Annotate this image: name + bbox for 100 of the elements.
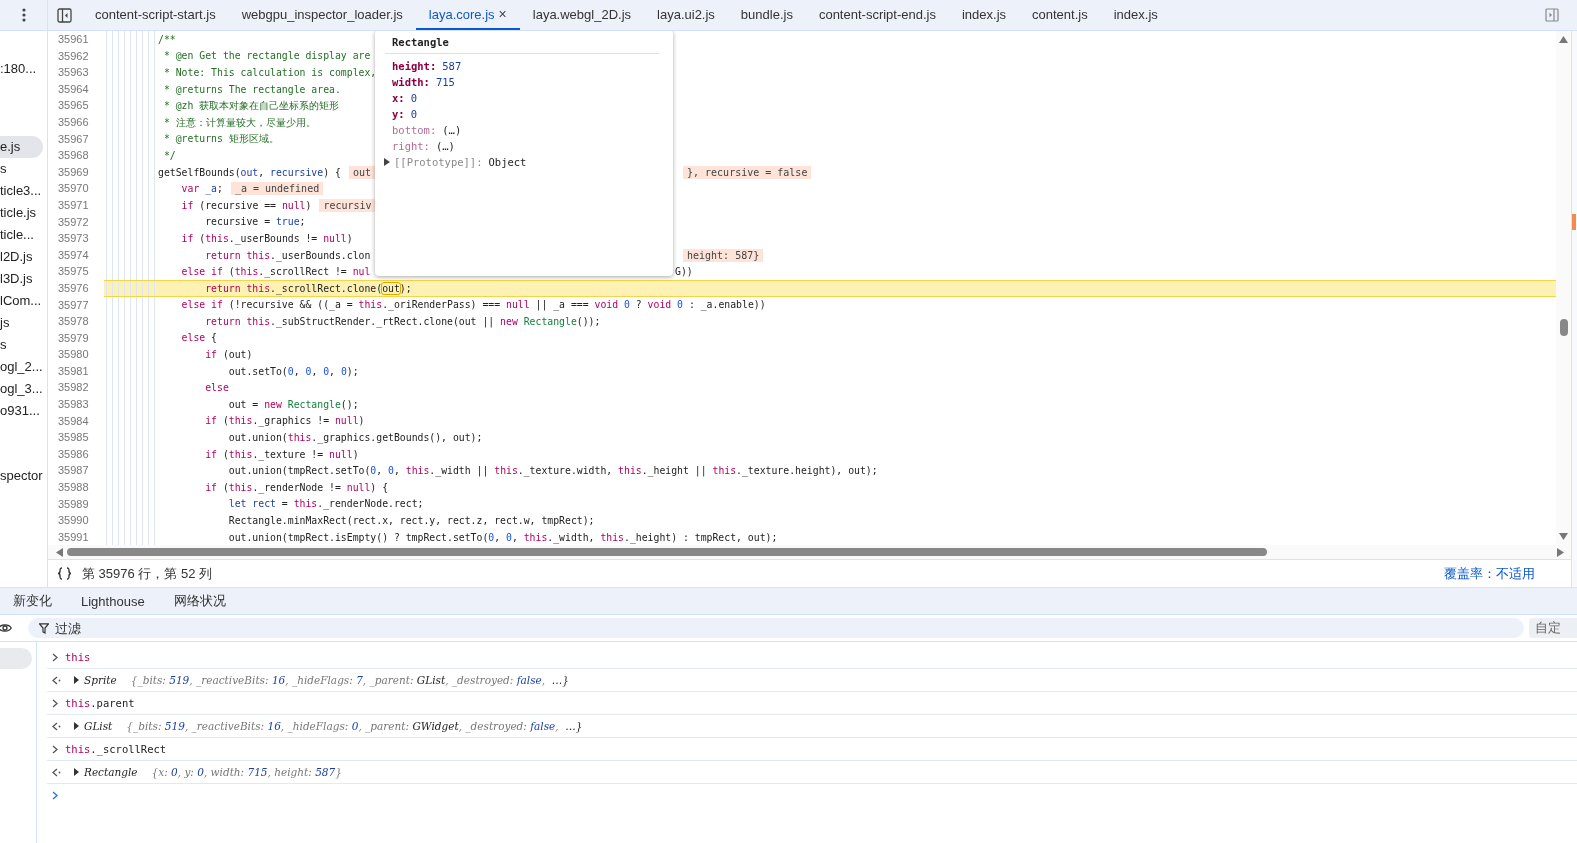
file-tree-item[interactable]: lCom... <box>0 290 47 312</box>
more-menu-icon[interactable] <box>21 8 26 22</box>
file-tree-item[interactable]: :180... <box>0 58 47 80</box>
file-tab[interactable]: index.js <box>948 0 1020 30</box>
property-name: width: <box>392 76 430 88</box>
drawer-tab[interactable]: 网络状况 <box>173 592 226 610</box>
property-name: bottom: <box>392 124 437 136</box>
line-number: 35991 <box>57 529 90 545</box>
file-tree-item[interactable]: ogl_2... <box>0 356 47 378</box>
line-number: 35971 <box>57 197 90 213</box>
file-tree-item[interactable]: ticle.js <box>0 202 47 224</box>
code-text: getSelfBounds(out, recursive) { <box>158 165 341 179</box>
scroll-left-icon[interactable] <box>56 547 63 557</box>
line-number: 35981 <box>57 363 90 379</box>
object-type: Rectangle <box>84 766 138 778</box>
file-tab[interactable]: content-script-start.js <box>82 0 229 30</box>
file-tree-item[interactable]: ticle3... <box>0 180 47 202</box>
close-icon[interactable]: × <box>498 6 507 22</box>
property-name: y: <box>392 108 405 120</box>
expand-icon[interactable] <box>74 722 79 730</box>
scroll-up-icon[interactable] <box>1559 36 1568 43</box>
file-tree-item[interactable]: spector <box>0 465 47 487</box>
property-value: 0 <box>410 108 417 120</box>
line-number: 35972 <box>57 214 90 230</box>
cursor-position: 第 35976 行，第 52 列 <box>82 564 213 583</box>
pretty-print-icon[interactable] <box>57 567 72 580</box>
inline-value: }, recursive = false <box>683 165 812 179</box>
property-name: [[Prototype]]: <box>394 156 483 168</box>
file-tree-item[interactable]: s <box>0 158 47 180</box>
command-text: this <box>65 651 91 663</box>
code-text: if (recursive == null) <box>180 198 312 212</box>
line-number: 35980 <box>57 347 90 363</box>
line-number: 35976 <box>57 280 90 296</box>
code-text: recursive = true; <box>204 215 306 229</box>
file-tab[interactable]: webgpu_inspector_loader.js <box>228 0 416 30</box>
log-levels-button[interactable]: 自定 <box>1529 618 1577 638</box>
file-tab[interactable]: bundle.js <box>727 0 806 30</box>
scroll-down-icon[interactable] <box>1559 533 1568 540</box>
file-tab[interactable]: laya.webgl_2D.js <box>519 0 645 30</box>
object-preview: {x: 0, y: 0, width: 715, height: 587} <box>151 766 342 778</box>
overview-marker <box>1572 214 1576 230</box>
chevron-icon <box>52 698 58 708</box>
line-number: 35986 <box>57 446 90 462</box>
code-text: * @returns 矩形区域。 <box>162 132 279 146</box>
file-tree-item[interactable]: js <box>0 312 47 334</box>
code-text: Rectangle.minMaxRect(rect.x, rect.y, rect.z, rect.w, tmpRect); <box>227 514 595 527</box>
scroll-thumb[interactable] <box>67 548 1267 556</box>
file-tree-item[interactable]: e.js <box>0 136 43 158</box>
popover-title: Rectangle <box>385 34 659 54</box>
file-tab[interactable]: laya.ui2.js <box>644 0 728 30</box>
property-value: Object <box>488 156 527 168</box>
scroll-right-icon[interactable] <box>1557 547 1564 557</box>
drawer-tab[interactable]: Lighthouse <box>81 593 145 609</box>
code-text: return this._scrollRect.clone(out); <box>204 281 412 295</box>
line-number: 35978 <box>57 314 90 330</box>
file-tree-item[interactable]: ticle... <box>0 224 47 246</box>
line-number: 35965 <box>57 98 90 114</box>
prompt-icon[interactable] <box>52 790 58 800</box>
property-value: 0 <box>410 92 417 104</box>
sidebar-toggle-icon[interactable] <box>57 7 72 23</box>
line-number: 35974 <box>57 247 90 263</box>
file-tab[interactable]: index.js <box>1100 0 1171 30</box>
line-number: 35970 <box>57 181 90 197</box>
eye-icon[interactable] <box>0 623 12 633</box>
inline-value: _a = undefined <box>230 182 324 196</box>
file-tree-item[interactable]: l2D.js <box>0 246 47 268</box>
file-tab[interactable]: content-script-end.js <box>805 0 949 30</box>
file-tree-item[interactable]: ogl_3... <box>0 378 47 400</box>
file-tree-item[interactable]: s <box>0 334 47 356</box>
code-text: * Note: This calculation is complex, <box>162 66 377 79</box>
property-value[interactable]: (…) <box>435 140 455 152</box>
panel-toggle-icon[interactable] <box>1545 8 1559 22</box>
line-number: 35990 <box>57 513 90 529</box>
expand-icon[interactable] <box>74 768 79 776</box>
file-tree-item[interactable]: l3D.js <box>0 268 47 290</box>
file-tree-item[interactable]: o931... <box>0 400 47 422</box>
scroll-thumb[interactable] <box>1559 319 1568 336</box>
line-number: 35964 <box>57 81 90 97</box>
line-number: 35984 <box>57 413 90 429</box>
vertical-scrollbar[interactable] <box>1556 31 1571 545</box>
code-text: out.setTo(0, 0, 0, 0); <box>227 364 359 378</box>
code-text: out = new Rectangle(); <box>227 397 359 411</box>
object-type: GList <box>84 720 113 732</box>
property-value[interactable]: (…) <box>442 124 462 136</box>
coverage-link[interactable]: 覆盖率：不适用 <box>1444 564 1535 583</box>
line-number: 35988 <box>57 480 90 496</box>
code-text: var _a; <box>180 182 223 196</box>
file-tab[interactable]: content.js <box>1019 0 1101 30</box>
inline-value: out <box>348 165 375 179</box>
code-text: G)) <box>675 265 693 279</box>
code-text: * @zh 获取本对象在自己坐标系的矩形 <box>162 99 340 113</box>
drawer-tab[interactable]: 新变化 <box>13 592 52 610</box>
line-number: 35969 <box>57 164 90 180</box>
property-name: right: <box>392 140 430 152</box>
expand-icon[interactable] <box>384 158 390 166</box>
expand-icon[interactable] <box>74 676 79 684</box>
filter-field[interactable]: 过滤 <box>28 618 1524 638</box>
code-text: if (this._userBounds != null) <box>180 231 353 245</box>
code-text: out.union(this._graphics.getBounds(), out); <box>227 431 483 445</box>
line-number: 35977 <box>57 297 90 313</box>
